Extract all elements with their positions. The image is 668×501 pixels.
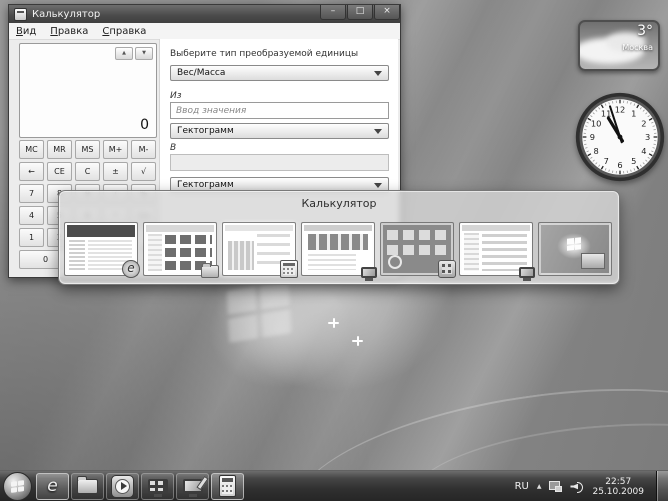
clock-number: 12 bbox=[615, 105, 626, 115]
menubar: Вид Правка Справка bbox=[9, 23, 400, 40]
taskbar-media-player[interactable] bbox=[106, 473, 139, 500]
taskbar-windows-explorer[interactable] bbox=[71, 473, 104, 500]
gadgets-icon bbox=[438, 260, 456, 278]
value-input[interactable] bbox=[170, 102, 389, 119]
key-mr[interactable]: MR bbox=[47, 140, 72, 159]
unit-type-select[interactable]: Вес/Масса bbox=[170, 65, 389, 81]
window-switcher-panel: Калькулятор e bbox=[58, 190, 620, 285]
personalization-icon bbox=[183, 479, 203, 493]
calculator-app-icon bbox=[14, 8, 27, 21]
media-player-icon bbox=[111, 475, 134, 498]
volume-icon[interactable] bbox=[570, 481, 584, 492]
key-7[interactable]: 7 bbox=[19, 184, 44, 203]
windows-logo-icon bbox=[11, 480, 24, 493]
show-desktop-button[interactable] bbox=[656, 471, 668, 501]
language-indicator[interactable]: RU bbox=[515, 481, 529, 492]
taskbar-personalization[interactable] bbox=[176, 473, 209, 500]
calculator-icon bbox=[219, 475, 236, 497]
key-backspace[interactable]: ← bbox=[19, 162, 44, 181]
dropdown-arrow-icon bbox=[374, 71, 382, 76]
thumbnail-desktop[interactable] bbox=[539, 223, 611, 275]
tray-time: 22:57 bbox=[605, 477, 631, 487]
display-up-button[interactable]: ▲ bbox=[115, 47, 133, 60]
window-title: Калькулятор bbox=[32, 9, 100, 20]
close-button[interactable]: × bbox=[374, 5, 400, 20]
thumbnail-control-panel[interactable] bbox=[460, 223, 532, 275]
key-4[interactable]: 4 bbox=[19, 206, 44, 225]
ie-icon: e bbox=[47, 478, 57, 495]
show-hidden-icons-button[interactable]: ▲ bbox=[537, 483, 542, 490]
thumbnail-calculator-selected[interactable] bbox=[223, 223, 295, 275]
calculator-icon bbox=[280, 260, 298, 278]
windows-logo-icon bbox=[567, 237, 581, 250]
clock-number: 9 bbox=[590, 132, 595, 142]
key-sqrt[interactable]: √ bbox=[131, 162, 156, 181]
clock-number: 11 bbox=[601, 108, 612, 118]
switcher-thumbnails: e bbox=[65, 223, 611, 275]
taskbar-calculator[interactable] bbox=[211, 473, 244, 500]
gear-icon bbox=[388, 255, 402, 269]
key-mplus[interactable]: M+ bbox=[103, 140, 128, 159]
desktop: Калькулятор – □ × Вид Правка Справка ▲ ▼… bbox=[0, 0, 668, 501]
key-ce[interactable]: CE bbox=[47, 162, 72, 181]
start-button[interactable] bbox=[3, 472, 32, 501]
tray-clock[interactable]: 22:57 25.10.2009 bbox=[592, 476, 644, 497]
clock-center-cap bbox=[618, 135, 623, 140]
mini-window bbox=[581, 253, 605, 269]
key-plusminus[interactable]: ± bbox=[103, 162, 128, 181]
display-icon bbox=[361, 267, 377, 278]
clock-number: 10 bbox=[591, 118, 602, 128]
clock-number: 8 bbox=[593, 146, 598, 156]
taskbar: e RU ▲ 22:57 25.10.2009 bbox=[0, 470, 668, 501]
thumbnail-personalization[interactable] bbox=[302, 223, 374, 275]
clock-number: 1 bbox=[631, 108, 636, 118]
city-name: Москва bbox=[622, 43, 653, 52]
clock-number: 6 bbox=[617, 160, 622, 170]
computer-icon bbox=[519, 267, 535, 278]
calculator-display: ▲ ▼ 0 bbox=[19, 43, 157, 138]
folder-icon bbox=[77, 479, 98, 494]
tray-date: 25.10.2009 bbox=[592, 487, 644, 497]
windows-logo-glow bbox=[227, 281, 292, 342]
taskbar-gadget-gallery[interactable] bbox=[141, 473, 174, 500]
dropdown-arrow-icon bbox=[374, 183, 382, 188]
ie-icon: e bbox=[122, 260, 140, 278]
clock-number: 3 bbox=[645, 132, 650, 142]
to-label: В bbox=[170, 143, 176, 153]
switcher-active-title: Калькулятор bbox=[59, 197, 619, 210]
clock-gadget[interactable]: 12 1 2 3 4 5 6 7 8 9 10 11 bbox=[574, 91, 666, 183]
taskbar-internet-explorer[interactable]: e bbox=[36, 473, 69, 500]
maximize-button[interactable]: □ bbox=[347, 5, 373, 20]
temperature: 3° bbox=[637, 23, 653, 39]
clock-number: 7 bbox=[604, 156, 609, 166]
display-value: 0 bbox=[140, 117, 149, 133]
thumbnail-gadget-gallery[interactable] bbox=[381, 223, 453, 275]
conversion-prompt: Выберите тип преобразуемой единицы bbox=[170, 49, 358, 59]
clock-number: 2 bbox=[641, 118, 646, 128]
from-label: Из bbox=[170, 91, 182, 101]
menu-edit[interactable]: Правка bbox=[43, 26, 95, 37]
thumbnail-explorer-pictures[interactable] bbox=[144, 223, 216, 275]
display-down-button[interactable]: ▼ bbox=[135, 47, 153, 60]
folder-icon bbox=[201, 265, 219, 278]
calculator-titlebar[interactable]: Калькулятор – □ × bbox=[9, 5, 400, 23]
weather-gadget[interactable]: 3° Москва bbox=[578, 20, 660, 71]
gadgets-icon bbox=[148, 479, 168, 493]
from-unit-select[interactable]: Гектограмм bbox=[170, 123, 389, 139]
menu-help[interactable]: Справка bbox=[95, 26, 153, 37]
minimize-button[interactable]: – bbox=[320, 5, 346, 20]
key-ms[interactable]: MS bbox=[75, 140, 100, 159]
menu-view[interactable]: Вид bbox=[9, 26, 43, 37]
conversion-result-field bbox=[170, 154, 389, 171]
clock-number: 4 bbox=[641, 146, 646, 156]
network-icon[interactable] bbox=[549, 481, 562, 492]
key-1[interactable]: 1 bbox=[19, 228, 44, 247]
dropdown-arrow-icon bbox=[374, 129, 382, 134]
thumbnail-internet-explorer[interactable]: e bbox=[65, 223, 137, 275]
system-tray: RU ▲ 22:57 25.10.2009 bbox=[515, 471, 668, 501]
key-mminus[interactable]: M- bbox=[131, 140, 156, 159]
clock-number: 5 bbox=[631, 156, 636, 166]
key-c[interactable]: C bbox=[75, 162, 100, 181]
key-mc[interactable]: MC bbox=[19, 140, 44, 159]
